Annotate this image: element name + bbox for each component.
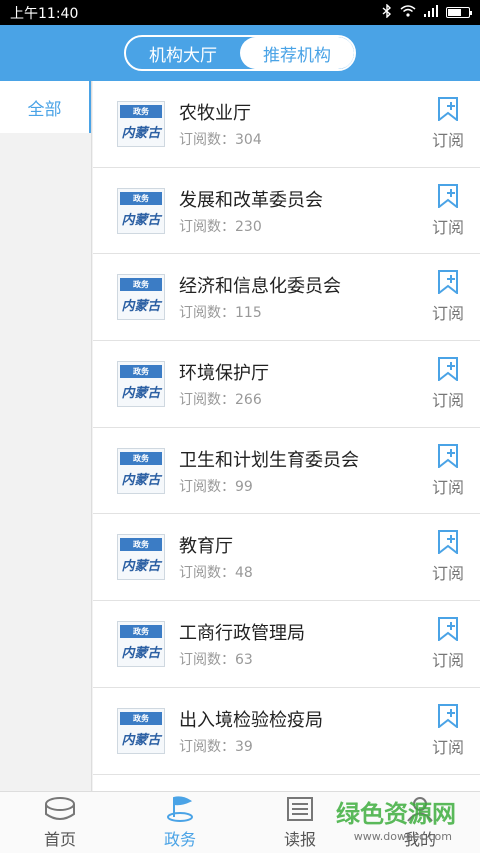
institution-logo: 政务 内蒙古 — [117, 360, 165, 407]
subscribe-label: 订阅 — [431, 737, 464, 757]
newspaper-icon — [284, 796, 316, 822]
institution-logo: 政务 内蒙古 — [117, 100, 165, 147]
institution-logo: 政务 内蒙古 — [117, 187, 165, 234]
subscribe-label: 订阅 — [431, 651, 464, 671]
bookmark-plus-icon — [437, 357, 459, 385]
tab-recommended-institutions[interactable]: 推荐机构 — [240, 37, 354, 69]
signal-icon — [424, 4, 438, 21]
subscribe-button[interactable]: 订阅 — [428, 530, 468, 584]
institution-logo: 政务 内蒙古 — [117, 274, 165, 321]
bookmark-plus-icon — [437, 97, 459, 125]
list-item[interactable]: 政务 内蒙古 卫生和计划生育委员会 订阅数：99 订阅 — [93, 428, 480, 515]
bookmark-plus-icon — [437, 617, 459, 645]
subscribe-button[interactable]: 订阅 — [428, 617, 468, 671]
category-sidebar: 全部 — [0, 81, 92, 791]
list-item[interactable]: 政务 内蒙古 农牧业厅 订阅数：304 订阅 — [93, 81, 480, 168]
subscribe-label: 订阅 — [431, 304, 464, 324]
tab-home-label: 首页 — [43, 829, 76, 849]
bookmark-plus-icon — [437, 183, 459, 212]
list-item[interactable]: 政务 内蒙古 经济和信息化委员会 订阅数：115 订阅 — [93, 254, 480, 342]
institution-logo: 政务 内蒙古 — [117, 447, 165, 494]
home-drum-icon — [44, 796, 76, 822]
institution-logo: 政务 内蒙古 — [117, 534, 165, 581]
list-item[interactable]: 政务 内蒙古 教育厅 订阅数：48 订阅 — [93, 514, 480, 602]
bookmark-plus-icon — [437, 703, 459, 732]
subscribe-label: 订阅 — [431, 131, 464, 150]
subscribe-label: 订阅 — [431, 477, 464, 497]
subscribe-label: 订阅 — [431, 564, 464, 584]
flag-icon — [164, 795, 196, 822]
institution-logo: 政务 内蒙古 — [117, 707, 165, 754]
subscribe-button[interactable]: 订阅 — [428, 703, 468, 758]
subscribe-button[interactable]: 订阅 — [428, 97, 468, 151]
list-item[interactable]: 政务 内蒙古 发展和改革委员会 订阅数：230 订阅 — [93, 168, 480, 255]
tab-institution-hall[interactable]: 机构大厅 — [126, 37, 240, 69]
segmented-control: 机构大厅 推荐机构 — [124, 35, 356, 71]
battery-icon — [446, 7, 472, 18]
subscribe-button[interactable]: 订阅 — [428, 270, 468, 324]
watermark-text: 绿色资源网 — [336, 800, 456, 828]
institution-list: 政务 内蒙古 农牧业厅 订阅数：304 订阅 政务 内蒙古 发展和改革委员会 订阅数：2… — [93, 81, 480, 791]
subscribe-button[interactable]: 订阅 — [428, 443, 468, 498]
bluetooth-icon — [382, 2, 392, 22]
institution-logo: 政务 内蒙古 — [117, 620, 165, 667]
bookmark-plus-icon — [437, 443, 459, 472]
bookmark-plus-icon — [437, 270, 459, 298]
subscribe-label: 订阅 — [431, 217, 464, 237]
wifi-icon — [400, 4, 416, 21]
bookmark-plus-icon — [437, 530, 459, 558]
subscribe-label: 订阅 — [431, 391, 464, 411]
list-item[interactable]: 政务 内蒙古 环境保护厅 订阅数：266 订阅 — [93, 341, 480, 428]
status-icons — [382, 2, 472, 22]
sidebar-item-all[interactable]: 全部 — [0, 81, 91, 133]
subscribe-button[interactable]: 订阅 — [428, 357, 468, 411]
subscribe-button[interactable]: 订阅 — [428, 183, 468, 238]
watermark-url: www.downcc.com — [353, 830, 452, 843]
status-bar: 上午11:40 — [0, 0, 480, 25]
header: 机构大厅 推荐机构 — [0, 25, 480, 81]
tab-government[interactable]: 政务 — [120, 792, 240, 853]
tab-home[interactable]: 首页 — [0, 792, 120, 853]
list-item[interactable]: 政务 内蒙古 工商行政管理局 订阅数：63 订阅 — [93, 601, 480, 688]
tab-newspaper-label: 读报 — [283, 829, 316, 849]
list-item[interactable]: 政务 内蒙古 出入境检验检疫局 订阅数：39 订阅 — [93, 688, 480, 775]
clock: 上午11:40 — [10, 5, 79, 22]
tab-government-label: 政务 — [163, 829, 196, 849]
